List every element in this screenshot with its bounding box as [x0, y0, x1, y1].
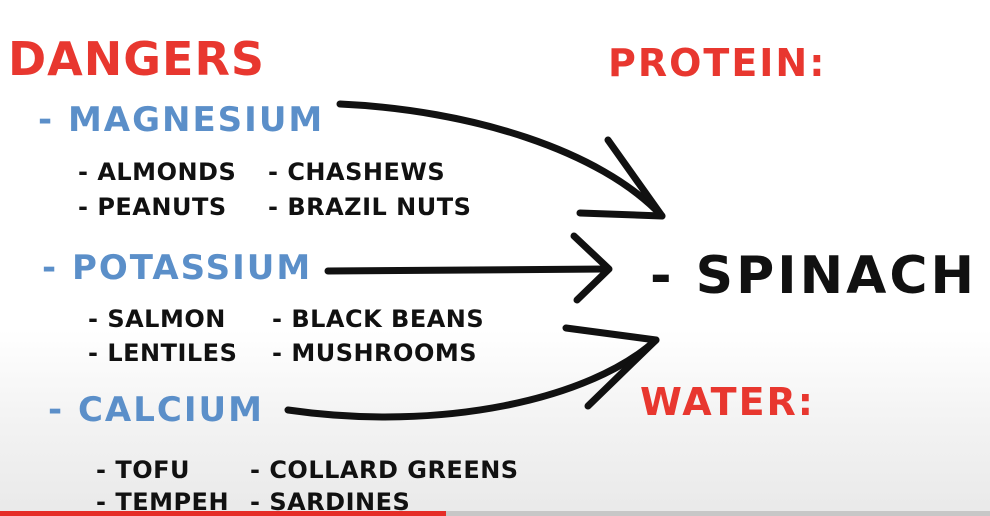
video-progress-bar[interactable]	[0, 511, 990, 516]
potassium-arrow-icon	[324, 232, 613, 304]
video-progress-fill	[0, 511, 446, 516]
calcium-arrow-icon	[284, 324, 660, 421]
arrows-diagram	[284, 100, 666, 421]
whiteboard: DANGERS PROTEIN: WATER: - MAGNESIUM - AL…	[0, 0, 990, 516]
magnesium-arrow-icon	[336, 100, 666, 220]
